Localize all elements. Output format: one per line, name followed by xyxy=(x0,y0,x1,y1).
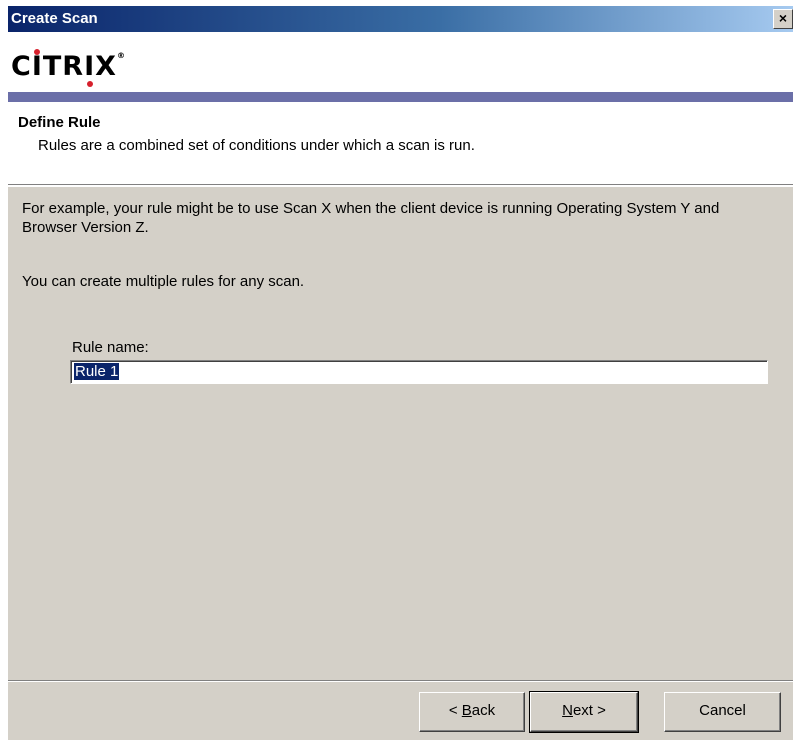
logo-dot-icon xyxy=(34,49,41,55)
page-title: Define Rule xyxy=(18,114,101,131)
footer-divider xyxy=(8,680,793,682)
logo-dot-icon xyxy=(86,81,93,87)
page-subtitle: Rules are a combined set of conditions u… xyxy=(38,137,475,154)
rule-name-label: Rule name: xyxy=(72,339,149,356)
create-scan-dialog: Create Scan × CI TRI X® Define Rule Rules … xyxy=(8,6,793,740)
rule-name-value: Rule 1 xyxy=(74,363,120,380)
multiple-rules-text: You can create multiple rules for any sc… xyxy=(22,273,305,290)
rule-name-input[interactable]: Rule 1 xyxy=(70,360,768,384)
citrix-logo: CI TRI X® xyxy=(11,49,126,87)
close-icon: × xyxy=(778,10,788,26)
title-bar[interactable]: Create Scan × xyxy=(8,6,793,32)
back-button[interactable]: < Back xyxy=(419,692,525,732)
header-divider xyxy=(8,184,793,187)
brand-bar xyxy=(8,92,793,102)
window-title: Create Scan xyxy=(11,10,98,27)
wizard-header: CI TRI X® Define Rule Rules are a combined… xyxy=(8,32,793,187)
next-button[interactable]: Next > xyxy=(529,691,639,733)
example-text: For example, your rule might be to use S… xyxy=(22,200,720,236)
close-button[interactable]: × xyxy=(773,9,793,29)
cancel-button[interactable]: Cancel xyxy=(664,692,781,732)
